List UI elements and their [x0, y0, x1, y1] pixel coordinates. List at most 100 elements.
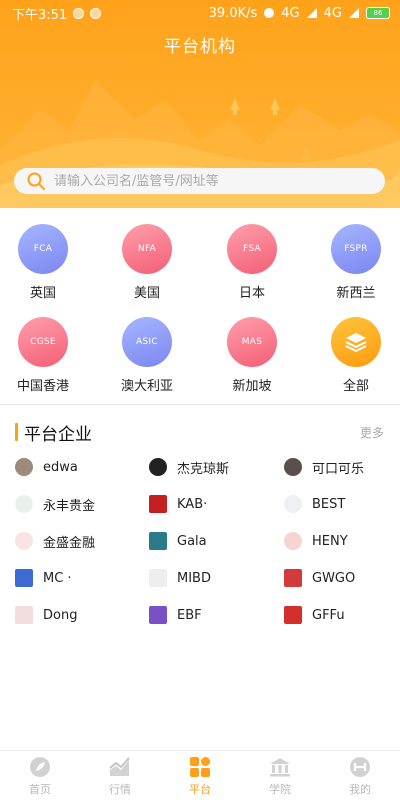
company-item[interactable]: 金盛金融 — [15, 526, 95, 556]
category-singapore[interactable]: MAS 新加坡 — [202, 317, 302, 394]
section-divider — [0, 404, 400, 405]
company-logo-icon — [149, 569, 167, 587]
company-logo-icon — [284, 458, 302, 476]
company-logo-icon — [15, 532, 33, 550]
company-logo-icon — [284, 569, 302, 587]
tab-platform[interactable]: 平台 — [160, 751, 240, 800]
company-name: edwa — [43, 459, 78, 475]
notification-dot-icon — [73, 7, 85, 19]
search-input[interactable] — [54, 173, 354, 189]
company-logo-icon — [15, 458, 33, 476]
user-icon — [350, 756, 370, 777]
notification-dot-icon — [90, 7, 102, 19]
tab-home[interactable]: 首页 — [0, 751, 80, 800]
company-logo-icon — [149, 532, 167, 550]
company-name: KAB· — [177, 496, 208, 512]
alarm-icon — [264, 8, 275, 18]
search-icon — [27, 172, 45, 190]
status-speed: 39.0K/s — [208, 5, 258, 21]
company-name: GWGO — [312, 570, 356, 586]
grid-icon — [190, 756, 210, 777]
category-label: 新西兰 — [336, 286, 376, 301]
section-title: 平台企业 — [24, 425, 92, 445]
company-item[interactable]: Gala — [149, 526, 207, 556]
company-item[interactable]: 可口可乐 — [284, 452, 364, 482]
status-network-2: 4G — [323, 5, 342, 21]
category-us[interactable]: NFA 美国 — [97, 224, 197, 301]
tab-mine[interactable]: 我的 — [320, 751, 400, 800]
chart-icon — [109, 756, 130, 776]
category-label: 澳大利亚 — [120, 379, 173, 394]
company-name: 永丰贵金 — [43, 498, 96, 514]
company-item[interactable]: Dong — [15, 600, 77, 630]
company-item[interactable]: MIBD — [149, 563, 211, 593]
company-item[interactable]: 永丰贵金 — [15, 489, 95, 519]
category-japan[interactable]: FSA 日本 — [202, 224, 302, 301]
bank-icon — [270, 757, 290, 776]
page-title: 平台机构 — [164, 37, 236, 57]
category-hong-kong[interactable]: CGSE 中国香港 — [0, 317, 93, 394]
company-item[interactable]: 杰克琼斯 — [149, 452, 229, 482]
company-name: BEST — [312, 496, 346, 512]
fspr-badge: FSPR — [331, 224, 381, 274]
category-label: 日本 — [238, 286, 265, 301]
category-new-zealand[interactable]: FSPR 新西兰 — [306, 224, 400, 301]
company-item[interactable]: EBF — [149, 600, 202, 630]
cgse-badge: CGSE — [18, 317, 68, 367]
tab-label: 首页 — [29, 782, 51, 796]
mas-badge: MAS — [227, 317, 277, 367]
status-bar: 下午3:51 39.0K/s 4G 4G 86 — [0, 0, 400, 26]
category-australia[interactable]: ASIC 澳大利亚 — [97, 317, 197, 394]
fsa-badge: FSA — [227, 224, 277, 274]
status-network-1: 4G — [281, 5, 300, 21]
category-label: 美国 — [133, 286, 160, 301]
company-name: EBF — [177, 607, 202, 623]
tab-label: 行情 — [109, 782, 131, 796]
category-uk[interactable]: FCA 英国 — [0, 224, 93, 301]
asic-badge: ASIC — [122, 317, 172, 367]
company-name: 可口可乐 — [312, 461, 365, 477]
status-time: 下午3:51 — [12, 7, 68, 23]
signal-icon — [349, 8, 359, 18]
tab-label: 我的 — [349, 782, 371, 796]
company-logo-icon — [284, 532, 302, 550]
bottom-tab-bar: 首页 行情 平台 学院 我的 — [0, 750, 400, 800]
search-box[interactable] — [14, 168, 385, 194]
battery-icon: 86 — [366, 7, 390, 19]
company-item[interactable]: GWGO — [284, 563, 355, 593]
company-logo-icon — [149, 458, 167, 476]
company-item[interactable]: GFFu — [284, 600, 345, 630]
fca-badge: FCA — [18, 224, 68, 274]
more-link[interactable]: 更多 — [360, 424, 384, 441]
category-label: 全部 — [342, 379, 369, 394]
company-name: 金盛金融 — [43, 535, 96, 551]
home-leaf-icon — [30, 756, 50, 777]
category-label: 中国香港 — [16, 379, 69, 394]
company-name: Gala — [177, 533, 207, 549]
company-logo-icon — [15, 495, 33, 513]
company-logo-icon — [284, 495, 302, 513]
company-item[interactable]: KAB· — [149, 489, 207, 519]
section-accent-bar — [15, 423, 18, 441]
company-name: 杰克琼斯 — [177, 461, 230, 477]
category-label: 新加坡 — [232, 379, 272, 394]
signal-icon — [306, 8, 317, 18]
company-name: MC · — [43, 570, 72, 586]
company-logo-icon — [149, 606, 167, 624]
company-logo-icon — [15, 606, 33, 624]
company-item[interactable]: MC · — [15, 563, 72, 593]
company-name: HENY — [312, 533, 348, 549]
category-all[interactable]: 全部 — [306, 317, 400, 394]
company-name: Dong — [43, 607, 78, 623]
company-item[interactable]: HENY — [284, 526, 348, 556]
layers-icon — [331, 317, 381, 367]
company-item[interactable]: BEST — [284, 489, 345, 519]
tab-label: 平台 — [189, 782, 211, 796]
section-header: 平台企业 更多 — [0, 420, 400, 446]
tab-label: 学院 — [269, 782, 291, 796]
company-name: MIBD — [177, 570, 211, 586]
company-item[interactable]: edwa — [15, 452, 78, 482]
nfa-badge: NFA — [122, 224, 172, 274]
tab-academy[interactable]: 学院 — [240, 751, 320, 800]
tab-market[interactable]: 行情 — [80, 751, 160, 800]
